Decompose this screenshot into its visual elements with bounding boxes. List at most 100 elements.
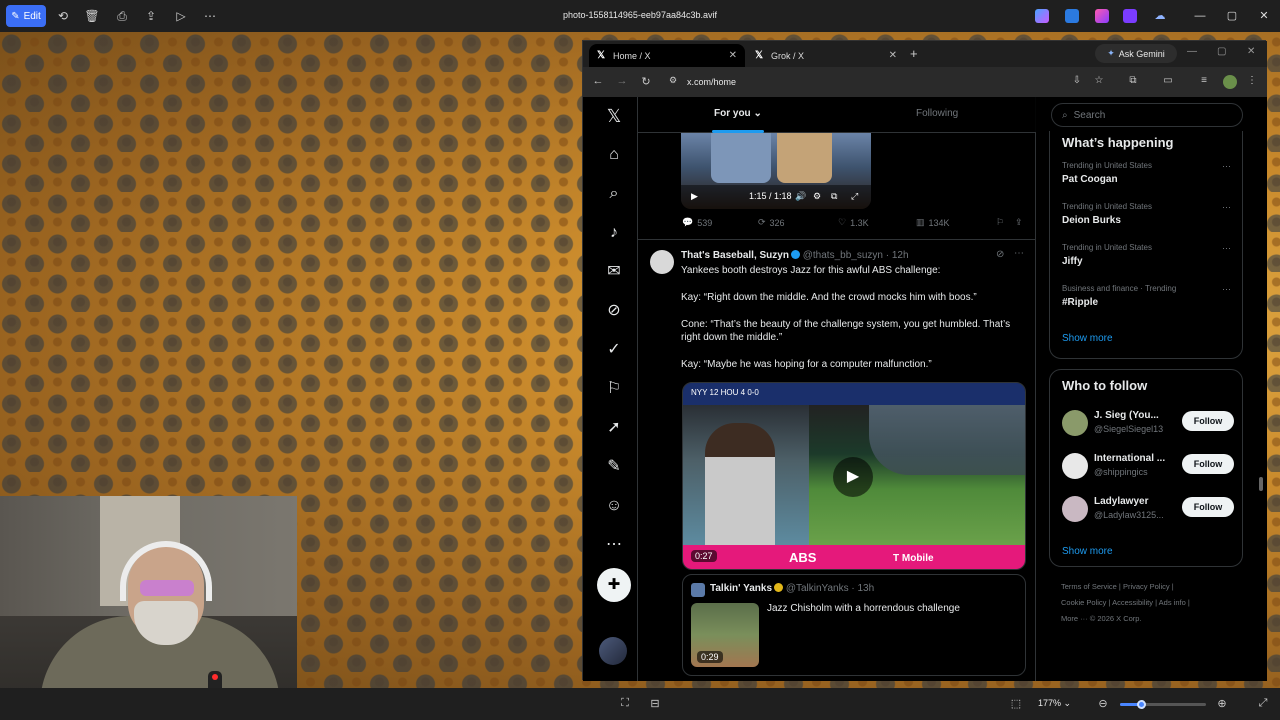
premium-icon[interactable]: ✓	[601, 339, 627, 361]
profile-avatar[interactable]	[1223, 75, 1237, 89]
more-icon[interactable]: ⋯	[1222, 202, 1231, 213]
zoom-in-icon[interactable]: ⊕	[1215, 697, 1229, 710]
menu-icon[interactable]: ⋮	[1245, 75, 1259, 86]
footer-line[interactable]: Terms of Service | Privacy Policy |	[1061, 579, 1251, 595]
home-icon[interactable]: ⌂	[601, 144, 627, 166]
show-more-link[interactable]: Show more	[1062, 546, 1113, 557]
settings-icon[interactable]: ⚙	[813, 191, 821, 202]
quote-video-thumb[interactable]: 0:29	[691, 603, 759, 667]
more-icon[interactable]: ⋯	[1222, 243, 1231, 254]
new-tab-button[interactable]: +	[910, 46, 918, 61]
like-button[interactable]: ♡ 1.3K	[838, 217, 869, 228]
profile-icon[interactable]: ☺	[601, 495, 627, 517]
volume-icon[interactable]: 🔊	[795, 191, 806, 202]
tab-close-icon[interactable]: ✕	[729, 50, 737, 61]
site-info-icon[interactable]: ⚙	[666, 75, 680, 86]
zoom-slider-knob[interactable]	[1136, 700, 1146, 709]
footer-line[interactable]: More ··· © 2026 X Corp.	[1061, 611, 1251, 627]
address-bar[interactable]: x.com/home	[687, 77, 736, 87]
tweet-time[interactable]: · 12h	[886, 250, 909, 261]
extensions-icon[interactable]: ⧉	[1126, 75, 1140, 86]
install-icon[interactable]: ⇩	[1070, 75, 1084, 86]
follow-suggestion[interactable]: Ladylawyer @Ladylaw3125... Follow	[1062, 494, 1240, 524]
tab-following[interactable]: Following	[916, 108, 958, 119]
actual-size-icon[interactable]: ⬚	[1009, 697, 1023, 710]
trend-item[interactable]: Trending in United States Jiffy ⋯	[1062, 243, 1237, 267]
more-icon[interactable]: ⋯	[1014, 248, 1024, 259]
more-icon[interactable]: ⋯	[1222, 161, 1231, 172]
suggestion-name[interactable]: International ...	[1094, 453, 1172, 464]
avatar[interactable]	[1062, 496, 1088, 522]
more-icon[interactable]: ⋯	[601, 534, 627, 556]
fit-screen-icon[interactable]: ⛶	[618, 697, 632, 710]
scrollbar[interactable]	[1259, 477, 1263, 491]
x-logo-icon[interactable]: 𝕏	[601, 105, 627, 127]
avatar[interactable]	[1062, 453, 1088, 479]
tweet1-video[interactable]: ▶ 1:15 / 1:18 🔊 ⚙ ⧉ ⤢	[681, 133, 871, 209]
repost-button[interactable]: ⟳ 326	[758, 217, 785, 228]
follow-suggestion[interactable]: J. Sieg (You... @SiegelSiegel13 Follow	[1062, 408, 1240, 438]
more-icon[interactable]: ⋯	[1222, 284, 1231, 295]
trend-item[interactable]: Trending in United States Pat Coogan ⋯	[1062, 161, 1237, 185]
search-icon[interactable]: ⌕	[601, 183, 627, 205]
designer-icon[interactable]	[1095, 9, 1109, 23]
show-more-link[interactable]: Show more	[1062, 333, 1113, 344]
grok-explain-icon[interactable]: ⊘	[996, 249, 1004, 260]
reload-icon[interactable]: ↻	[639, 75, 653, 88]
pip-icon[interactable]: ⧉	[831, 191, 837, 202]
browser-maximize-icon[interactable]: ▢	[1217, 46, 1226, 57]
articles-icon[interactable]: ✎	[601, 456, 627, 478]
reply-button[interactable]: 💬 539	[682, 217, 712, 228]
share-icon[interactable]: ⇪	[1015, 217, 1023, 228]
maximize-icon[interactable]: ▢	[1224, 8, 1240, 24]
spaces-icon[interactable]: ➚	[601, 417, 627, 439]
media-icon[interactable]: ≡	[1197, 75, 1211, 86]
zoom-slider[interactable]	[1120, 700, 1206, 709]
follow-button[interactable]: Follow	[1182, 497, 1234, 517]
follow-button[interactable]: Follow	[1182, 454, 1234, 474]
suggestion-name[interactable]: J. Sieg (You...	[1094, 410, 1172, 421]
trend-item[interactable]: Business and finance · Trending #Ripple ⋯	[1062, 284, 1237, 308]
avatar[interactable]	[1062, 410, 1088, 436]
account-avatar[interactable]	[599, 637, 627, 665]
cloud-icon[interactable]: ☁	[1153, 9, 1167, 23]
back-icon[interactable]: ←	[591, 75, 605, 87]
zoom-out-icon[interactable]: ⊖	[1096, 697, 1110, 710]
tab-close-icon[interactable]: ✕	[889, 50, 897, 61]
footer-line[interactable]: Cookie Policy | Accessibility | Ads info…	[1061, 595, 1251, 611]
search-input[interactable]: ⌕ Search	[1051, 103, 1243, 127]
author-avatar[interactable]	[650, 250, 674, 274]
minimize-icon[interactable]: —	[1192, 8, 1208, 24]
suggestion-name[interactable]: Ladylawyer	[1094, 496, 1172, 507]
tab-search-icon[interactable]: ▭	[1161, 75, 1175, 86]
bookmark-star-icon[interactable]: ☆	[1092, 75, 1106, 86]
notifications-icon[interactable]: ♪	[601, 222, 627, 244]
tweet[interactable]: That's Baseball, Suzyn @thats_bb_suzyn ·…	[638, 240, 1036, 681]
close-icon[interactable]: ✕	[1256, 8, 1272, 24]
author-name[interactable]: That's Baseball, Suzyn	[681, 250, 789, 261]
clipchamp-icon[interactable]	[1123, 9, 1137, 23]
ask-gemini-button[interactable]: ✦ Ask Gemini	[1095, 44, 1177, 63]
post-button[interactable]: ✚	[597, 568, 631, 602]
play-icon[interactable]: ▶	[833, 457, 873, 497]
follow-suggestion[interactable]: International ... @shippingics Follow	[1062, 451, 1240, 481]
browser-close-icon[interactable]: ✕	[1247, 46, 1255, 57]
fullscreen-icon[interactable]: ⤢	[851, 191, 858, 202]
tweet-video[interactable]: NYY 12 HOU 4 0-0 ▶ ABS T Mobile 0:27	[682, 382, 1026, 570]
fullscreen-icon[interactable]: ⤢	[1256, 697, 1270, 710]
tab-for-you[interactable]: For you ⌄	[714, 108, 762, 119]
tab-home[interactable]: 𝕏 Home / X ✕	[589, 44, 745, 67]
quoted-tweet[interactable]: Talkin' Yanks @TalkinYanks · 13h 0:29 Ja…	[682, 574, 1026, 676]
forward-icon[interactable]: →	[615, 75, 629, 87]
browser-minimize-icon[interactable]: —	[1187, 46, 1197, 57]
tab-grok[interactable]: 𝕏 Grok / X ✕	[747, 44, 905, 67]
copilot-icon[interactable]	[1035, 9, 1049, 23]
follow-button[interactable]: Follow	[1182, 411, 1234, 431]
views-button[interactable]: ▥ 134K	[916, 217, 950, 228]
bookmarks-icon[interactable]: ⚐	[601, 378, 627, 400]
messages-icon[interactable]: ✉	[601, 261, 627, 283]
trend-item[interactable]: Trending in United States Deion Burks ⋯	[1062, 202, 1237, 226]
paint-icon[interactable]	[1065, 9, 1079, 23]
play-icon[interactable]: ▶	[691, 191, 698, 202]
bookmark-icon[interactable]: ⚐	[996, 217, 1004, 228]
